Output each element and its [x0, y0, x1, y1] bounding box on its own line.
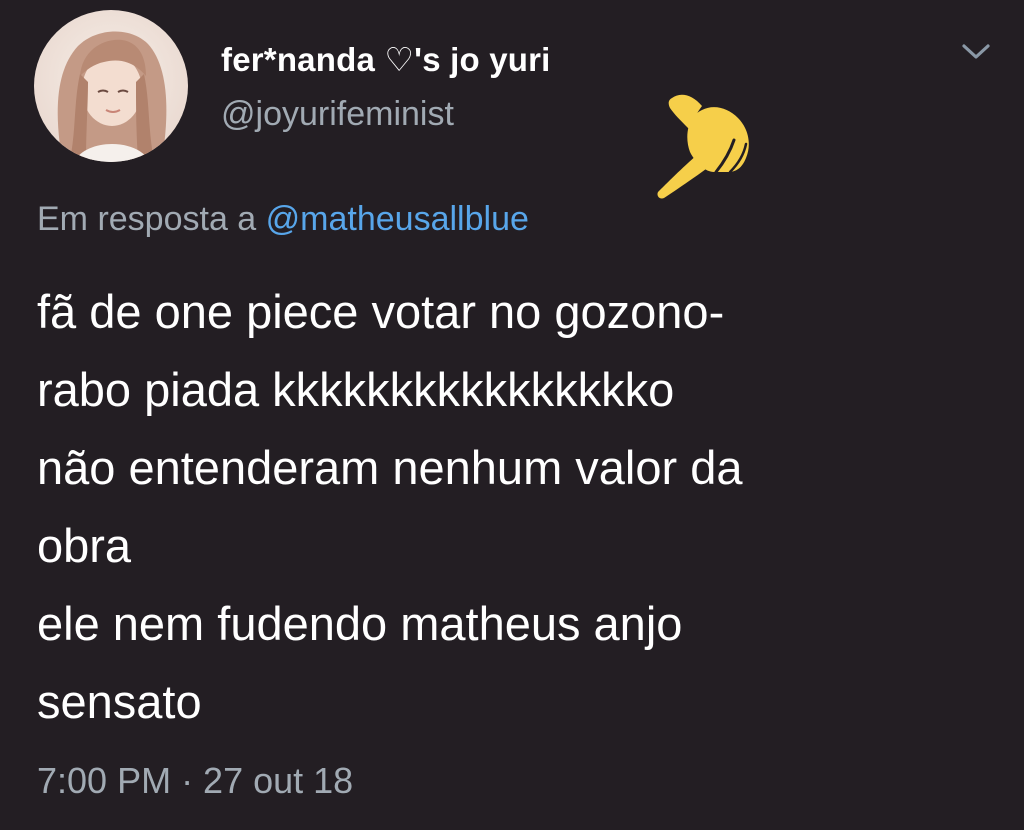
tweet-text-line: sensato	[37, 675, 202, 728]
avatar-photo	[57, 31, 167, 162]
tweet-text: fã de one piece votar no gozono- rabo pi…	[37, 273, 997, 741]
chevron-down-icon[interactable]	[956, 36, 996, 66]
reply-mention-link[interactable]: @matheusallblue	[266, 200, 529, 238]
tweet-text-line: ele nem fudendo matheus anjo	[37, 597, 683, 650]
reply-prefix: Em resposta a	[37, 200, 257, 238]
tweet-text-line: obra	[37, 519, 132, 572]
author-display-name[interactable]: fer*nanda ♡'s jo yuri	[221, 40, 551, 79]
tweet-text-line: fã de one piece votar no gozono-	[37, 285, 725, 338]
tweet-text-line: não entenderam nenhum valor da	[37, 441, 743, 494]
avatar[interactable]	[34, 10, 188, 162]
tweet-text-line: rabo piada kkkkkkkkkkkkkkkko	[37, 363, 675, 416]
reply-context: Em resposta a @matheusallblue	[37, 200, 529, 239]
tweet-timestamp[interactable]: 7:00 PM · 27 out 18	[37, 760, 353, 802]
tweet-card: fer*nanda ♡'s jo yuri @joyurifeminist Em…	[0, 0, 1024, 830]
pointing-hand-emoji-icon	[650, 92, 760, 202]
author-handle[interactable]: @joyurifeminist	[221, 95, 454, 134]
